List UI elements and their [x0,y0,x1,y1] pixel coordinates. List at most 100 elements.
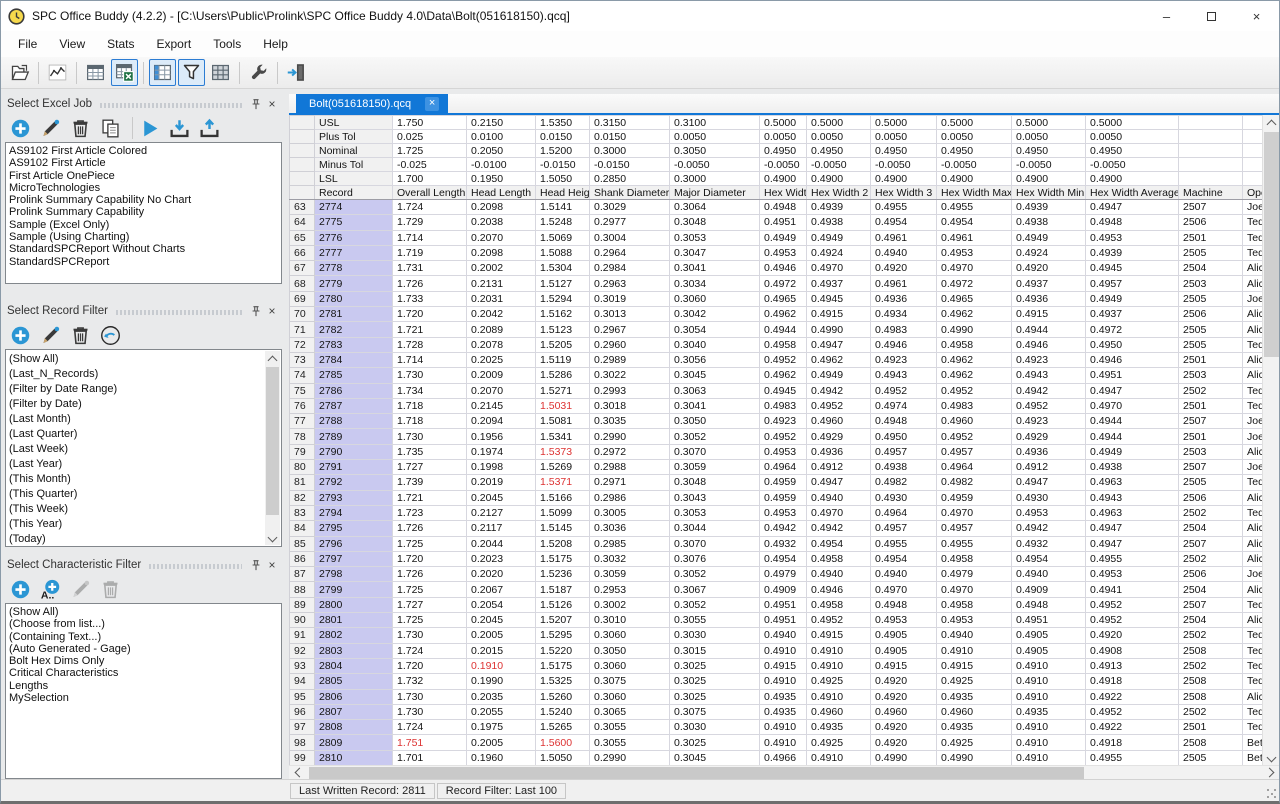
column-header-cell[interactable]: Major Diameter [670,186,760,200]
value-cell[interactable]: 0.4952 [760,352,807,367]
value-cell[interactable]: 0.4930 [871,490,937,505]
value-cell[interactable]: 1.5208 [536,536,590,551]
record-cell[interactable]: 2809 [315,735,393,750]
grid-data-icon[interactable] [82,59,109,86]
value-cell[interactable]: 0.4920 [871,689,937,704]
value-cell[interactable]: 1.5295 [536,628,590,643]
record-cell[interactable]: 2787 [315,398,393,413]
spec-value-cell[interactable]: 0.0050 [807,130,871,144]
value-cell[interactable]: 1.724 [393,200,467,215]
value-cell[interactable]: 1.5207 [536,613,590,628]
value-cell[interactable]: 2501 [1179,720,1243,735]
value-cell[interactable]: 2503 [1179,444,1243,459]
value-cell[interactable]: 2506 [1179,215,1243,230]
record-cell[interactable]: 2805 [315,674,393,689]
excel-job-item[interactable]: StandardSPCReport [9,256,281,268]
value-cell[interactable]: 0.4954 [871,551,937,566]
value-cell[interactable]: 1.739 [393,475,467,490]
value-cell[interactable]: 0.4962 [807,352,871,367]
value-cell[interactable]: 1.734 [393,383,467,398]
record-cell[interactable]: 2792 [315,475,393,490]
value-cell[interactable]: 0.4939 [807,200,871,215]
excel-job-item[interactable]: StandardSPCReport Without Charts [9,243,281,255]
value-cell[interactable]: 0.4912 [807,460,871,475]
value-cell[interactable]: 0.4945 [807,291,871,306]
value-cell[interactable]: 0.3060 [670,291,760,306]
value-cell[interactable]: 0.3055 [590,720,670,735]
value-cell[interactable]: 2502 [1179,704,1243,719]
spec-value-cell[interactable]: 0.2050 [467,144,536,158]
value-cell[interactable]: 0.4953 [760,444,807,459]
value-cell[interactable]: 0.4965 [760,291,807,306]
value-cell[interactable]: 0.4954 [1012,551,1086,566]
record-cell[interactable]: 2777 [315,245,393,260]
record-filter-item[interactable]: (Last_N_Records) [9,367,264,382]
value-cell[interactable]: 0.4953 [1012,505,1086,520]
value-cell[interactable]: 0.3019 [590,291,670,306]
value-cell[interactable]: 1.726 [393,567,467,582]
value-cell[interactable]: 1.718 [393,414,467,429]
value-cell[interactable]: 1.721 [393,490,467,505]
value-cell[interactable]: 0.4943 [1086,490,1179,505]
value-cell[interactable]: 0.4934 [871,307,937,322]
value-cell[interactable]: 0.4979 [937,567,1012,582]
spec-value-cell[interactable]: 0.025 [393,130,467,144]
value-cell[interactable]: 2506 [1179,567,1243,582]
value-cell[interactable]: 0.4910 [760,720,807,735]
value-cell[interactable]: 0.3015 [670,643,760,658]
record-cell[interactable]: 2781 [315,307,393,322]
value-cell[interactable]: 0.4990 [807,322,871,337]
scrollbar-thumb[interactable] [309,767,1084,779]
value-cell[interactable]: 1.5260 [536,689,590,704]
value-cell[interactable]: 1.719 [393,245,467,260]
value-cell[interactable]: 1.720 [393,551,467,566]
value-cell[interactable]: 0.2131 [467,276,536,291]
value-cell[interactable]: 0.2094 [467,414,536,429]
resize-grip-icon[interactable] [1266,788,1276,798]
value-cell[interactable]: 0.2055 [467,704,536,719]
value-cell[interactable]: 0.4915 [760,658,807,673]
value-cell[interactable]: 0.4952 [871,383,937,398]
value-cell[interactable]: 0.4983 [937,398,1012,413]
value-cell[interactable]: 0.4942 [760,521,807,536]
value-cell[interactable]: 0.4946 [1086,352,1179,367]
value-cell[interactable]: 2507 [1179,414,1243,429]
spec-value-cell[interactable] [1179,158,1243,172]
value-cell[interactable]: 0.2098 [467,245,536,260]
value-cell[interactable]: 2505 [1179,291,1243,306]
value-cell[interactable]: 0.4936 [871,291,937,306]
value-cell[interactable]: 0.4922 [1086,689,1179,704]
value-cell[interactable]: 0.4938 [1086,460,1179,475]
record-cell[interactable]: 2799 [315,582,393,597]
value-cell[interactable]: 1.730 [393,368,467,383]
value-cell[interactable]: 0.4952 [760,429,807,444]
spec-value-cell[interactable]: 1.5200 [536,144,590,158]
column-header-cell[interactable]: Head Length [467,186,536,200]
value-cell[interactable]: 1.5373 [536,444,590,459]
record-cell[interactable]: 2801 [315,613,393,628]
value-cell[interactable]: 0.4922 [1086,720,1179,735]
spec-label-cell[interactable]: Minus Tol [315,158,393,172]
value-cell[interactable]: 0.2035 [467,689,536,704]
column-header-cell[interactable]: Hex Width 2 [807,186,871,200]
value-cell[interactable]: 0.3048 [670,475,760,490]
value-cell[interactable]: 0.3067 [670,582,760,597]
value-cell[interactable]: 0.2993 [590,383,670,398]
value-cell[interactable]: 0.3018 [590,398,670,413]
scrollbar-thumb[interactable] [266,367,279,515]
value-cell[interactable]: 0.4955 [937,536,1012,551]
value-cell[interactable]: 1.5205 [536,337,590,352]
spec-value-cell[interactable]: 0.3000 [590,144,670,158]
value-cell[interactable]: 0.4910 [807,658,871,673]
value-cell[interactable]: 0.3060 [590,658,670,673]
value-cell[interactable]: 0.4942 [1012,383,1086,398]
value-cell[interactable]: 0.3041 [670,398,760,413]
excel-job-item[interactable]: Sample (Using Charting) [9,231,281,243]
spec-value-cell[interactable]: -0.0050 [760,158,807,172]
trash-icon[interactable] [68,323,92,347]
value-cell[interactable]: 0.3045 [670,750,760,765]
value-cell[interactable]: 0.4970 [1086,398,1179,413]
value-cell[interactable]: 2505 [1179,750,1243,765]
value-cell[interactable]: 0.4962 [760,368,807,383]
close-panel-icon[interactable]: × [264,96,280,112]
